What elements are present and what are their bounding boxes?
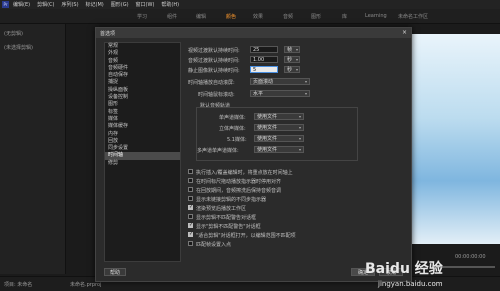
program-timecode: 00:00:00:00	[455, 254, 486, 260]
video-transition-label: 视频过渡默认持续时间:	[188, 48, 240, 54]
close-icon[interactable]: ×	[402, 29, 407, 36]
menu-item-help[interactable]: 帮助(H)	[161, 1, 179, 8]
source-panel: (无剪辑) (未选择剪辑)	[0, 24, 66, 274]
video-transition-unit[interactable]: 帧	[284, 46, 300, 53]
category-item[interactable]: 图形	[105, 101, 180, 108]
workspace-tab-learning[interactable]: Learning	[365, 13, 387, 19]
checkbox-label: "适合剪辑"对话框打开，以编辑范围不匹配项	[196, 233, 296, 239]
video-transition-input[interactable]: 25	[250, 46, 278, 53]
menu-item-edit[interactable]: 编辑(E)	[13, 1, 30, 8]
still-image-input[interactable]: 5	[250, 66, 278, 73]
premiere-app-icon: Pr	[2, 1, 9, 8]
zoom-slider[interactable]	[435, 266, 495, 268]
category-item-timeline[interactable]: 时间轴	[105, 152, 180, 160]
still-image-label: 静止图像默认持续时间:	[188, 68, 240, 74]
dialog-title-bar[interactable]: 首选项 ×	[96, 28, 411, 38]
workspace-tab-color[interactable]: 颜色	[226, 13, 236, 20]
source-panel-subtitle: (未选择剪辑)	[4, 45, 33, 51]
workspace-tab-libraries[interactable]: 库	[342, 13, 347, 20]
mouse-scroll-label: 时间轴鼠标滚动:	[198, 92, 235, 98]
checkbox-label: 显示未链接剪辑的不同步指示器	[196, 197, 267, 203]
workspace-tab-audio[interactable]: 音频	[283, 13, 293, 20]
project-file-name[interactable]: 未命名.prproj	[70, 281, 101, 288]
mouse-scroll-select[interactable]: 水平	[250, 90, 310, 97]
help-button[interactable]: 帮助	[104, 268, 126, 276]
checkbox[interactable]	[188, 169, 193, 174]
baidu-watermark-logo: Baidu 经验	[365, 261, 443, 277]
checkbox-checked[interactable]	[188, 204, 193, 210]
workspace-bar: 学习 组件 编辑 颜色 效果 音频 图形 库 Learning 未命名工作区	[0, 9, 500, 24]
menu-item-window[interactable]: 窗口(W)	[136, 1, 155, 8]
checkbox[interactable]	[188, 241, 193, 246]
source-panel-title: (无剪辑)	[4, 31, 23, 37]
workspace-tab-assembly[interactable]: 组件	[167, 13, 177, 20]
mono-media-select[interactable]: 使用文件	[254, 113, 304, 120]
category-item[interactable]: 内存	[105, 131, 180, 138]
auto-scroll-select[interactable]: 页面滚动	[250, 78, 310, 85]
multichannel-media-label: 多声道单声道媒体:	[197, 148, 239, 154]
checkbox-label: 显示剪辑不匹配警告对话框	[196, 215, 257, 221]
workspace-tab-custom[interactable]: 未命名工作区	[398, 13, 428, 20]
mono-media-label: 单声道媒体:	[219, 115, 246, 121]
category-list: 常规 外观 音频 音频硬件 自动保存 捕捉 操纵面板 设备控制 图形 标签 媒体…	[104, 42, 181, 262]
category-item[interactable]: 修剪	[105, 160, 180, 167]
surround-media-label: 5.1媒体:	[227, 137, 247, 143]
still-image-unit[interactable]: 秒	[284, 66, 300, 73]
timeline-settings: 视频过渡默认持续时间: 25 帧 音频过渡默认持续时间: 1.00 秒 静止图像…	[188, 42, 403, 260]
menu-bar: Pr 编辑(E) 剪辑(C) 序列(S) 标记(M) 图形(G) 窗口(W) 帮…	[0, 0, 500, 9]
menu-item-graphics[interactable]: 图形(G)	[111, 1, 129, 8]
audio-transition-label: 音频过渡默认持续时间:	[188, 58, 240, 64]
menu-item-sequence[interactable]: 序列(S)	[61, 1, 78, 8]
checkbox-label: 在回放期间，音频擦洗后保持音频音调	[196, 188, 282, 194]
checkbox-label: 显示"剪辑不匹配警告"对话框	[196, 224, 261, 230]
audio-transition-input[interactable]: 1.00	[250, 56, 278, 63]
project-label: 项目: 未命名	[4, 282, 33, 288]
auto-scroll-label: 时间轴播放自动滚屏:	[188, 80, 235, 86]
workspace-tab-editing[interactable]: 编辑	[196, 13, 206, 20]
workspace-tab-effects[interactable]: 效果	[253, 13, 263, 20]
stereo-media-label: 立体声媒体:	[219, 126, 246, 132]
category-item[interactable]: 音频	[105, 58, 180, 65]
checkbox[interactable]	[188, 214, 193, 219]
default-audio-tracks-group: 单声道媒体: 使用文件 立体声媒体: 使用文件 5.1媒体: 使用文件 多声道单…	[196, 107, 358, 161]
checkbox-label: 执行插入/覆盖编辑时，将重点放在时间轴上	[196, 170, 293, 176]
stereo-media-select[interactable]: 使用文件	[254, 124, 304, 131]
category-item[interactable]: 媒体缓存	[105, 123, 180, 130]
checkbox[interactable]	[188, 178, 193, 183]
checkbox-checked[interactable]	[188, 222, 193, 228]
category-item[interactable]: 捕捉	[105, 79, 180, 86]
checkbox-label: 匹配帧设置入点	[196, 242, 232, 248]
category-item[interactable]: 标签	[105, 109, 180, 116]
audio-transition-unit[interactable]: 秒	[284, 56, 300, 63]
checkbox[interactable]	[188, 187, 193, 192]
surround-media-select[interactable]: 使用文件	[254, 135, 304, 142]
category-item[interactable]: 操纵面板	[105, 87, 180, 94]
preferences-dialog: 首选项 × 常规 外观 音频 音频硬件 自动保存 捕捉 操纵面板 设备控制 图形…	[95, 27, 412, 282]
workspace-tab-graphics[interactable]: 图形	[311, 13, 321, 20]
checkbox-label: 在时间标尺拖动播放指示器时停用对齐	[196, 179, 282, 185]
checkbox-checked[interactable]	[188, 231, 193, 237]
multichannel-media-select[interactable]: 使用文件	[254, 146, 304, 153]
checkbox-label: 渲染预览后播放工作区	[196, 206, 247, 212]
dialog-title: 首选项	[100, 31, 116, 37]
category-item[interactable]: 外观	[105, 50, 180, 57]
menu-item-marker[interactable]: 标记(M)	[86, 1, 104, 8]
menu-item-clip[interactable]: 剪辑(C)	[37, 1, 54, 8]
checkbox[interactable]	[188, 196, 193, 201]
program-monitor-preview	[407, 34, 500, 244]
workspace-tab-learn[interactable]: 学习	[137, 13, 147, 20]
baidu-watermark-url: jingyan.baidu.com	[378, 280, 443, 288]
